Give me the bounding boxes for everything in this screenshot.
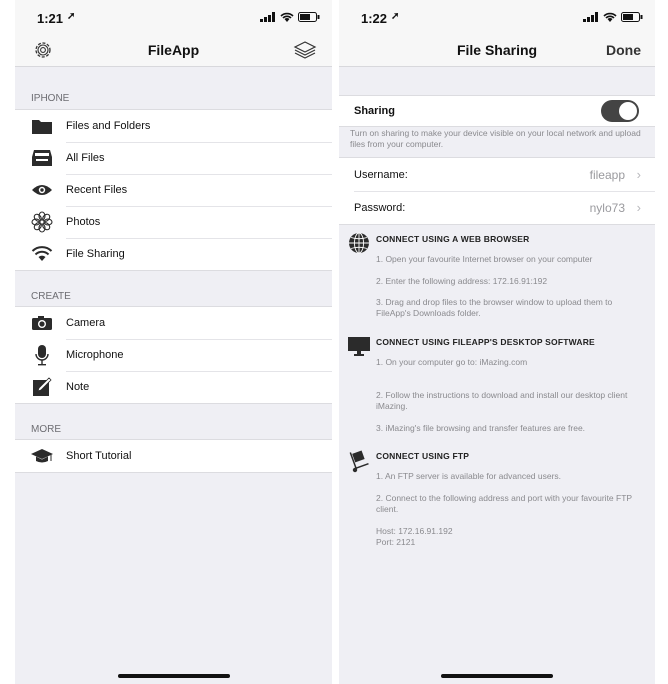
username-label: Username: — [354, 168, 408, 181]
ftp-section: CONNECT USING FTP 1. An FTP server is av… — [347, 449, 645, 559]
item-label: File Sharing — [66, 248, 125, 260]
section-header-iphone: IPHONE — [31, 93, 70, 104]
web-step-2: 2. Enter the following address: 172.16.9… — [376, 276, 548, 286]
home-indicator[interactable] — [441, 674, 553, 678]
eye-icon — [30, 178, 54, 202]
desktop-step-2: 2. Follow the instructions to download a… — [376, 390, 628, 411]
location-arrow-icon: ➚ — [67, 11, 76, 22]
web-title: CONNECT USING A WEB BROWSER — [376, 234, 530, 244]
location-arrow-icon: ➚ — [391, 11, 400, 22]
sidebar-item-camera[interactable]: Camera — [15, 307, 332, 339]
desktop-step-1: 1. On your computer go to: iMazing.com — [376, 357, 528, 367]
sidebar-item-files-and-folders[interactable]: Files and Folders — [15, 110, 332, 142]
web-step-3: 3. Drag and drop files to the browser wi… — [376, 297, 613, 318]
note-icon — [30, 375, 54, 399]
hand-truck-icon — [347, 449, 371, 473]
ftp-title: CONNECT USING FTP — [376, 451, 470, 461]
ftp-step-1: 1. An FTP server is available for advanc… — [376, 471, 562, 481]
ftp-port: Port: 2121 — [376, 537, 416, 547]
sidebar-item-photos[interactable]: Photos — [15, 206, 332, 238]
more-group: Short Tutorial — [15, 439, 332, 473]
signal-icon — [260, 12, 275, 22]
ftp-step-2: 2. Connect to the following address and … — [376, 493, 632, 514]
tray-icon — [30, 146, 54, 170]
ftp-host: Host: 172.16.91.192 — [376, 526, 453, 536]
sharing-group: Sharing — [339, 95, 655, 127]
navigation-bar: File Sharing Done — [339, 36, 655, 67]
wifi-status-icon — [280, 12, 294, 22]
sharing-label: Sharing — [354, 105, 395, 117]
status-time: 1:21 — [37, 11, 64, 26]
section-header-create: CREATE — [31, 291, 71, 302]
toggle-knob — [619, 102, 637, 120]
globe-icon — [347, 232, 371, 256]
desktop-software-section: CONNECT USING FILEAPP'S DESKTOP SOFTWARE… — [347, 335, 645, 435]
desktop-step-3: 3. iMazing's file browsing and transfer … — [376, 423, 586, 433]
sidebar-item-note[interactable]: Note — [15, 371, 332, 403]
item-label: Short Tutorial — [66, 450, 132, 462]
item-label: Note — [66, 381, 90, 393]
username-row[interactable]: Username: fileapp › — [339, 158, 655, 191]
web-browser-section: CONNECT USING A WEB BROWSER 1. Open your… — [347, 232, 645, 332]
chevron-right-icon: › — [636, 200, 641, 215]
item-label: Files and Folders — [66, 120, 151, 132]
wifi-icon — [30, 242, 54, 266]
page-title: FileApp — [147, 42, 200, 58]
flower-icon — [30, 210, 54, 234]
file-sharing-screen: 1:22 ➚ File Sharing Done Sharing Turn on… — [339, 0, 655, 684]
folder-icon — [30, 114, 54, 138]
sharing-description: Turn on sharing to make your device visi… — [350, 128, 641, 149]
item-label: All Files — [66, 152, 105, 164]
graduation-cap-icon — [30, 444, 54, 468]
sharing-toggle[interactable] — [601, 100, 639, 122]
item-label: Recent Files — [66, 184, 128, 196]
iphone-group: Files and Folders All Files Recent Files… — [15, 109, 332, 271]
sidebar-item-file-sharing[interactable]: File Sharing — [15, 238, 332, 270]
status-time: 1:22 — [361, 11, 388, 26]
password-value: nylo73 — [589, 200, 625, 215]
navigation-bar: FileApp — [15, 36, 332, 67]
web-step-1: 1. Open your favourite Internet browser … — [376, 254, 593, 264]
sidebar-item-short-tutorial[interactable]: Short Tutorial — [15, 440, 332, 472]
sidebar-item-all-files[interactable]: All Files — [15, 142, 332, 174]
username-value: fileapp — [589, 167, 625, 182]
sidebar-item-microphone[interactable]: Microphone — [15, 339, 332, 371]
done-button[interactable]: Done — [606, 42, 641, 58]
desktop-title: CONNECT USING FILEAPP'S DESKTOP SOFTWARE — [376, 337, 595, 347]
sharing-row: Sharing — [339, 96, 655, 126]
status-bar: 1:22 ➚ — [339, 0, 655, 36]
monitor-icon — [347, 335, 371, 359]
password-label: Password: — [354, 201, 406, 214]
status-bar: 1:21 ➚ — [15, 0, 332, 36]
create-group: Camera Microphone Note — [15, 306, 332, 404]
item-label: Microphone — [66, 349, 124, 361]
item-label: Camera — [66, 317, 106, 329]
section-header-more: MORE — [31, 424, 61, 435]
password-row[interactable]: Password: nylo73 › — [339, 191, 655, 224]
fileapp-home-screen: 1:21 ➚ FileApp IPHONE Files and Folders … — [15, 0, 332, 684]
chevron-right-icon: › — [636, 167, 641, 182]
signal-icon — [583, 12, 598, 22]
item-label: Photos — [66, 216, 101, 228]
credentials-group: Username: fileapp › Password: nylo73 › — [339, 157, 655, 225]
wifi-status-icon — [603, 12, 617, 22]
layers-icon[interactable] — [292, 38, 318, 67]
camera-icon — [30, 311, 54, 335]
microphone-icon — [30, 343, 54, 367]
battery-icon — [621, 12, 643, 22]
battery-icon — [298, 12, 320, 22]
home-indicator[interactable] — [117, 674, 230, 678]
sidebar-item-recent-files[interactable]: Recent Files — [15, 174, 332, 206]
